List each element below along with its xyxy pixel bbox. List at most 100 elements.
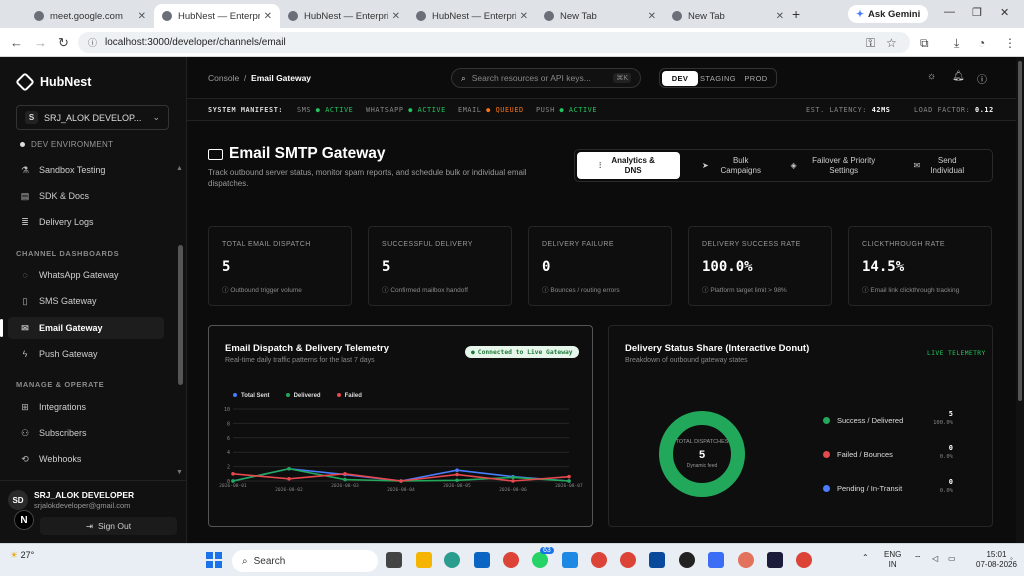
menu-kebab-icon[interactable]: ⋮ — [1004, 36, 1016, 50]
close-tab-icon[interactable]: ✕ — [776, 11, 784, 22]
ask-gemini-button[interactable]: ✦ Ask Gemini — [848, 5, 929, 23]
brand[interactable]: HubNest — [15, 72, 91, 92]
sidebar-item-sandbox-testing[interactable]: ⚗ Sandbox Testing — [8, 159, 164, 181]
app-icon[interactable] — [708, 552, 724, 568]
minimize-icon[interactable]: — — [944, 6, 955, 18]
chrome-icon[interactable] — [503, 552, 519, 568]
close-window-icon[interactable]: ✕ — [1000, 6, 1009, 19]
search-input[interactable]: ⌕ Search resources or API keys... ⌘K — [451, 68, 641, 88]
wifi-icon[interactable]: ⌔ — [914, 554, 922, 564]
close-tab-icon[interactable]: ✕ — [520, 11, 528, 22]
x-tick-label: 2026-08-01 — [219, 483, 247, 489]
back-icon[interactable]: ← — [10, 35, 23, 50]
battery-icon[interactable]: ▭ — [948, 554, 956, 564]
browser-tab[interactable]: meet.google.com ✕ — [26, 4, 154, 28]
sidebar-item-sms-gateway[interactable]: ▯ SMS Gateway — [8, 290, 164, 312]
close-tab-icon[interactable]: ✕ — [392, 11, 400, 22]
newtab-favicon-icon — [672, 11, 682, 21]
sidebar-scrollbar[interactable]: ▲ ▼ — [176, 165, 184, 480]
donut-legend-item[interactable]: Success / Delivered 5 100.0% — [823, 410, 953, 428]
sidebar-item-push-gateway[interactable]: ϟ Push Gateway — [8, 343, 164, 365]
project-selector[interactable]: S SRJ_ALOK DEVELOP... ⌄ — [16, 105, 169, 130]
line-chart[interactable]: 02468102026-08-012026-08-022026-08-03202… — [209, 326, 594, 528]
notifications-icon[interactable]: ◦ — [1010, 554, 1013, 564]
download-icon[interactable]: ⤓ — [954, 36, 959, 51]
extensions-icon[interactable]: ⧉ — [920, 36, 929, 51]
legend-swatch — [823, 485, 830, 492]
env-dev-button[interactable]: DEV — [662, 70, 698, 86]
browser-tab[interactable]: HubNest — Enterprise✕ — [408, 4, 536, 28]
sidebar-item-sdk-docs[interactable]: ▤ SDK & Docs — [8, 185, 164, 207]
chrome-profile-icon[interactable] — [620, 552, 636, 568]
volume-icon[interactable]: ◁ — [932, 554, 938, 564]
password-key-icon[interactable]: ⚿ — [866, 36, 875, 51]
env-staging-button[interactable]: STAGING — [700, 71, 736, 86]
new-tab-button[interactable]: + — [792, 6, 800, 22]
sign-out-button[interactable]: ⇥ Sign Out — [40, 517, 177, 535]
page-scrollbar[interactable] — [1016, 57, 1024, 543]
bookmark-star-icon[interactable]: ☆ — [886, 36, 897, 50]
donut-legend-item[interactable]: Pending / In-Transit 0 0.0% — [823, 478, 953, 496]
browser-tab[interactable]: HubNest — Enterprise✕ — [280, 4, 408, 28]
donut-legend-item[interactable]: Failed / Bounces 0 0.0% — [823, 444, 953, 462]
close-tab-icon[interactable]: ✕ — [138, 11, 146, 22]
chatgpt-icon[interactable] — [679, 552, 695, 568]
environment-indicator: DEV ENVIRONMENT — [20, 140, 113, 149]
reload-icon[interactable]: ↻ — [58, 35, 69, 51]
language-indicator[interactable]: ENG IN — [884, 550, 901, 570]
sidebar-item-delivery-logs[interactable]: ≣ Delivery Logs — [8, 211, 164, 233]
sidebar-item-subscribers[interactable]: ⚇ Subscribers — [8, 422, 164, 444]
section-heading-manage: MANAGE & OPERATE — [16, 380, 105, 389]
app-icon[interactable] — [767, 552, 783, 568]
donut-chart-card: Delivery Status Share (Interactive Donut… — [608, 325, 993, 527]
taskbar-search[interactable]: ⌕ Search — [232, 550, 378, 572]
avatar[interactable]: SD — [8, 490, 28, 510]
weather-widget[interactable]: ☀ 27° — [10, 550, 34, 561]
terminal-icon[interactable] — [649, 552, 665, 568]
sidebar-item-webhooks[interactable]: ⟲ Webhooks — [8, 448, 164, 470]
claude-icon[interactable] — [738, 552, 754, 568]
profile-icon[interactable]: ◔ — [978, 36, 985, 50]
y-tick-label: 4 — [227, 450, 230, 456]
close-tab-icon[interactable]: ✕ — [648, 11, 656, 22]
env-prod-button[interactable]: PROD — [738, 71, 774, 86]
theme-toggle-icon[interactable]: ☼ — [927, 71, 936, 82]
scroll-down-icon[interactable]: ▼ — [176, 469, 183, 476]
browser-tab[interactable]: New Tab ✕ — [664, 4, 792, 28]
sidebar-item-whatsapp-gateway[interactable]: ◌ WhatsApp Gateway — [8, 264, 164, 286]
chrome-active-icon[interactable] — [591, 552, 607, 568]
edge-icon[interactable] — [444, 552, 460, 568]
notification-bell-icon[interactable]: 🔔︎ — [952, 71, 965, 82]
forward-icon[interactable]: → — [34, 35, 47, 50]
info-icon: ⓘ — [222, 287, 229, 294]
close-tab-icon[interactable]: ✕ — [264, 11, 272, 22]
kpi-card-total-dispatch: TOTAL EMAIL DISPATCH 5 ⓘ Outbound trigger … — [208, 226, 352, 306]
store-icon[interactable] — [474, 552, 490, 568]
page-scroll-thumb[interactable] — [1018, 61, 1022, 401]
browser-tab[interactable]: New Tab ✕ — [536, 4, 664, 28]
sidebar-scroll-thumb[interactable] — [178, 245, 183, 385]
windows-start-icon[interactable] — [206, 552, 222, 568]
file-explorer-icon[interactable] — [416, 552, 432, 568]
sidebar-item-email-gateway[interactable]: ✉ Email Gateway — [0, 317, 164, 339]
vscode-icon[interactable] — [562, 552, 578, 568]
nextjs-dev-badge[interactable]: N — [14, 510, 34, 530]
tray-chevron-icon[interactable]: ⌃ — [862, 553, 869, 563]
url-field[interactable]: ⓘ localhost:3000/developer/channels/email — [78, 32, 910, 53]
latency-readout: EST. LATENCY: 42MS — [806, 106, 891, 114]
breadcrumb-console[interactable]: Console — [208, 73, 239, 83]
maximize-icon[interactable]: ❐ — [972, 6, 982, 19]
tab-failover-priority[interactable]: ◈ Failover & Priority Settings — [786, 150, 889, 181]
whatsapp-icon[interactable] — [532, 552, 548, 568]
site-info-icon[interactable]: ⓘ — [88, 36, 97, 49]
sidebar-item-integrations[interactable]: ⊞ Integrations — [8, 396, 164, 418]
tab-bulk-campaigns[interactable]: ➤ Bulk Campaigns — [682, 150, 785, 181]
chrome-icon[interactable] — [796, 552, 812, 568]
help-icon[interactable]: ⓘ — [977, 71, 987, 86]
tab-send-individual[interactable]: ✉ Send Individual — [889, 150, 992, 181]
scroll-up-icon[interactable]: ▲ — [176, 165, 183, 172]
task-view-icon[interactable] — [386, 552, 402, 568]
tab-analytics-dns[interactable]: ⫶ Analytics & DNS — [577, 152, 681, 179]
breadcrumb: Console / Email Gateway — [208, 73, 311, 83]
browser-tab-active[interactable]: HubNest — Enterprise✕ — [154, 4, 280, 28]
